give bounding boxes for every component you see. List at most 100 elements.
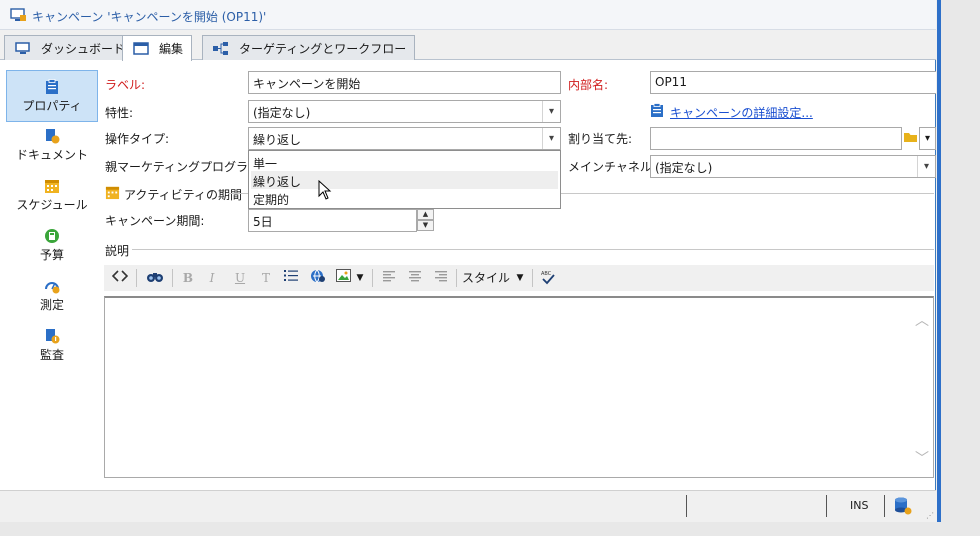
calendar-icon [105, 185, 120, 203]
sidebar-item-label: プロパティ [22, 99, 82, 113]
internal-name-caption: 内部名: [568, 78, 609, 92]
status-separator [884, 495, 885, 517]
nature-select[interactable]: (指定なし) ▾ [248, 100, 561, 123]
document-icon [44, 128, 60, 144]
clipboard-icon [44, 79, 60, 95]
tab-edit[interactable]: 編集 [122, 35, 193, 61]
calendar-icon [44, 178, 60, 194]
window-icon [133, 42, 149, 55]
sidebar-item-budget[interactable]: 予算 [6, 228, 98, 272]
spellcheck-icon[interactable]: ABC [538, 269, 558, 287]
database-icon [894, 497, 912, 518]
source-code-icon[interactable] [110, 269, 130, 287]
tab-strip: ダッシュボード 編集 ターゲティングとワークフロー [0, 30, 936, 61]
binoculars-icon[interactable] [144, 269, 166, 287]
dropdown-option-periodic[interactable]: 定期的 [251, 189, 558, 207]
status-separator [826, 495, 827, 517]
main-channel-select[interactable]: (指定なし) ▾ [650, 155, 936, 178]
window-frame-bottom [0, 522, 940, 536]
operation-type-caption: 操作タイプ: [105, 132, 170, 146]
bold-icon[interactable]: B [180, 269, 196, 287]
tab-label: ターゲティングとワークフロー [239, 42, 407, 56]
operation-type-select[interactable]: 繰り返し ▾ [248, 127, 561, 150]
internal-name-input[interactable]: OP11 [650, 71, 936, 94]
underline-icon[interactable]: U [232, 269, 248, 287]
toolbar-separator [136, 269, 137, 287]
sidebar-item-label: ドキュメント [15, 148, 88, 162]
assignee-caption: 割り当て先: [568, 132, 633, 146]
align-right-icon[interactable] [432, 269, 450, 287]
chevron-down-icon[interactable]: ▾ [542, 128, 560, 149]
sidebar-item-measure[interactable]: 測定 [6, 278, 98, 322]
resize-grip-icon[interactable]: ⋰ [926, 511, 934, 520]
campaign-icon [10, 8, 26, 25]
description-section: 説明 [105, 244, 130, 258]
spin-up-icon[interactable]: ▲ [417, 209, 434, 220]
description-editor[interactable]: ︿ ﹀ [104, 296, 934, 478]
tab-label: 編集 [159, 42, 184, 56]
audit-icon [44, 328, 60, 344]
label-caption: ラベル: [105, 78, 146, 92]
toolbar-separator [172, 269, 173, 287]
monitor-icon [15, 42, 31, 55]
folder-icon[interactable] [903, 130, 918, 147]
sidebar: プロパティ ドキュメント スケジュール 予算 測定 監査 [6, 66, 98, 488]
toolbar-separator [372, 269, 373, 287]
tab-dashboard[interactable]: ダッシュボード [4, 35, 135, 60]
align-center-icon[interactable] [406, 269, 424, 287]
nature-caption: 特性: [105, 106, 134, 120]
clear-format-icon[interactable]: T [258, 269, 274, 287]
spin-down-icon[interactable]: ▼ [417, 220, 434, 231]
status-separator [686, 495, 687, 517]
campaign-period-caption: キャンペーン期間: [105, 214, 205, 228]
hyperlink-icon[interactable] [308, 269, 328, 287]
window-title: キャンペーン 'キャンペーンを開始 (OP11)' [32, 10, 267, 24]
campaign-window: キャンペーン 'キャンペーンを開始 (OP11)' ダッシュボード 編集 ターゲ… [0, 0, 936, 522]
parent-program-caption: 親マーケティングプログラム: [105, 160, 264, 174]
insert-mode-indicator: INS [850, 499, 869, 512]
toolbar-separator [532, 269, 533, 287]
chevron-down-icon[interactable]: ▼ [354, 269, 366, 287]
image-icon[interactable] [334, 269, 352, 287]
clipboard-icon [650, 103, 664, 121]
chevron-down-icon[interactable]: ▾ [542, 101, 560, 122]
operation-type-value: 繰り返し [253, 133, 302, 147]
sidebar-item-label: スケジュール [16, 198, 88, 212]
main-channel-value: (指定なし) [655, 161, 713, 175]
advanced-parameters-link[interactable]: キャンペーンの詳細設定... [670, 104, 813, 121]
sidebar-item-documents[interactable]: ドキュメント [6, 128, 98, 172]
dropdown-option-recurring[interactable]: 繰り返し [251, 171, 558, 189]
sidebar-item-schedule[interactable]: スケジュール [6, 178, 98, 222]
align-left-icon[interactable] [380, 269, 398, 287]
status-bar: INS ⋰ [0, 490, 936, 522]
sidebar-item-audit[interactable]: 監査 [6, 328, 98, 372]
gauge-icon [44, 278, 60, 294]
editor-toolbar: B I U T ▼ スタイル ▼ ABC [104, 265, 934, 291]
chevron-down-icon[interactable]: ▾ [917, 156, 935, 177]
nature-value: (指定なし) [253, 106, 311, 120]
window-frame-right [937, 0, 980, 536]
operation-type-dropdown: 単一 繰り返し 定期的 [248, 150, 561, 209]
activity-period-section: アクティビティの期間 [124, 188, 242, 202]
period-spinner[interactable]: ▲ ▼ [417, 209, 434, 232]
tab-targeting-workflow[interactable]: ターゲティングとワークフロー [202, 35, 416, 60]
main-channel-caption: メインチャネル: [568, 160, 656, 174]
mouse-cursor-icon [318, 179, 332, 204]
scroll-down-icon[interactable]: ﹀ [915, 448, 929, 468]
title-bar: キャンペーン 'キャンペーンを開始 (OP11)' [0, 0, 936, 30]
sidebar-item-label: 監査 [39, 348, 64, 362]
tab-label: ダッシュボード [41, 42, 126, 56]
scroll-up-icon[interactable]: ︿ [915, 310, 929, 330]
workflow-icon [213, 42, 229, 55]
chevron-down-icon[interactable]: ▾ [919, 127, 936, 150]
dropdown-option-single[interactable]: 単一 [251, 153, 558, 171]
sidebar-item-properties[interactable]: プロパティ [6, 70, 98, 122]
bullet-list-icon[interactable] [282, 269, 300, 287]
campaign-period-input[interactable]: 5日 [248, 209, 417, 232]
section-divider [132, 249, 934, 250]
toolbar-separator [456, 269, 457, 287]
label-input[interactable]: キャンペーンを開始 [248, 71, 561, 94]
chevron-down-icon[interactable]: ▼ [514, 269, 526, 287]
assignee-input[interactable] [650, 127, 902, 150]
italic-icon[interactable]: I [204, 269, 220, 287]
